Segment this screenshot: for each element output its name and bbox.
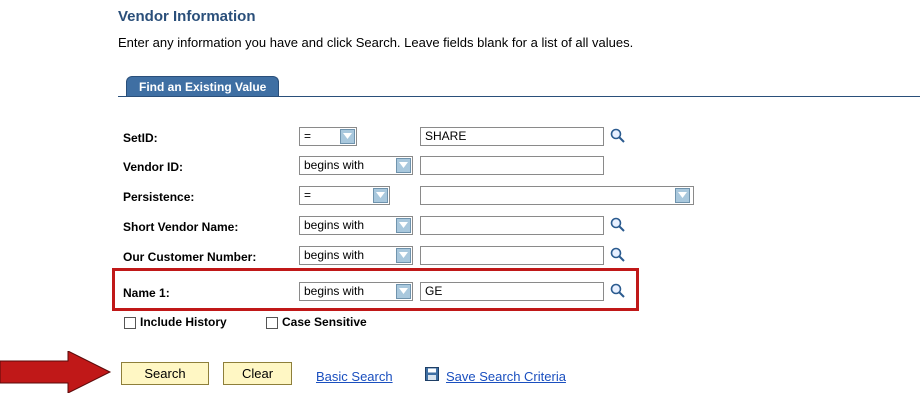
setid-operator-value: = [304, 129, 312, 143]
chevron-down-icon [373, 188, 388, 203]
search-button[interactable]: Search [121, 362, 209, 385]
short-vendor-name-operator-select[interactable]: begins with [299, 216, 413, 235]
chevron-down-icon [396, 158, 411, 173]
our-customer-number-operator-value: begins with [304, 248, 365, 262]
chevron-down-icon [396, 218, 411, 233]
search-lookup-icon[interactable] [610, 247, 626, 268]
clear-button[interactable]: Clear [223, 362, 292, 385]
page-instructions: Enter any information you have and click… [118, 35, 634, 50]
vendor-id-operator-value: begins with [304, 158, 365, 172]
chevron-down-icon [396, 248, 411, 263]
vendor-id-label: Vendor ID: [123, 160, 184, 174]
setid-label: SetID: [123, 131, 158, 145]
page-title: Vendor Information [118, 8, 256, 25]
save-search-criteria-link[interactable]: Save Search Criteria [446, 369, 566, 384]
our-customer-number-label: Our Customer Number: [123, 250, 257, 264]
basic-search-link[interactable]: Basic Search [316, 369, 393, 384]
our-customer-number-operator-select[interactable]: begins with [299, 246, 413, 265]
chevron-down-icon[interactable] [675, 188, 690, 203]
persistence-operator-value: = [304, 188, 312, 202]
vendor-id-input[interactable] [420, 156, 604, 175]
case-sensitive-label: Case Sensitive [282, 315, 367, 329]
search-lookup-icon[interactable] [610, 128, 626, 149]
vendor-id-operator-select[interactable]: begins with [299, 156, 413, 175]
include-history-label: Include History [140, 315, 227, 329]
persistence-operator-select[interactable]: = [299, 186, 390, 205]
persistence-select[interactable] [420, 186, 694, 205]
setid-operator-select[interactable]: = [299, 127, 357, 146]
case-sensitive-checkbox[interactable] [266, 317, 278, 329]
save-icon[interactable] [425, 367, 439, 386]
tab-divider [118, 96, 920, 97]
tab-find-existing-value[interactable]: Find an Existing Value [126, 76, 280, 97]
highlight-box [112, 268, 639, 311]
chevron-down-icon [340, 129, 355, 144]
persistence-label: Persistence: [123, 190, 195, 204]
search-lookup-icon[interactable] [610, 217, 626, 238]
arrow-right-icon [0, 351, 112, 393]
include-history-checkbox[interactable] [124, 317, 136, 329]
short-vendor-name-input[interactable] [420, 216, 604, 235]
setid-input[interactable]: SHARE [420, 127, 604, 146]
our-customer-number-input[interactable] [420, 246, 604, 265]
short-vendor-name-label: Short Vendor Name: [123, 220, 239, 234]
short-vendor-name-operator-value: begins with [304, 218, 365, 232]
